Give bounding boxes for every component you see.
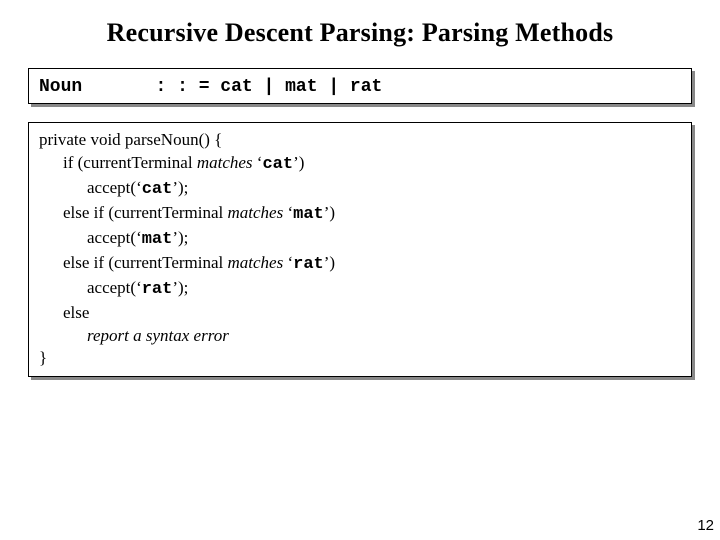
grammar-rhs: : : = cat | mat | rat: [156, 77, 383, 97]
code-elseif-mat: else if (currentTerminal matches ‘mat’): [39, 202, 681, 227]
code-accept-cat: accept(‘cat’);: [39, 177, 681, 202]
grammar-lhs: Noun: [39, 77, 151, 97]
slide: Recursive Descent Parsing: Parsing Metho…: [0, 0, 720, 540]
page-number: 12: [697, 517, 714, 534]
code-report-error: report a syntax error: [39, 325, 681, 348]
code-accept-rat: accept(‘rat’);: [39, 277, 681, 302]
code-signature: private void parseNoun() {: [39, 129, 681, 152]
code-close-brace: }: [39, 347, 681, 370]
code-box: private void parseNoun() { if (currentTe…: [28, 122, 692, 377]
code-if-cat: if (currentTerminal matches ‘cat’): [39, 152, 681, 177]
code-else: else: [39, 302, 681, 325]
code-elseif-rat: else if (currentTerminal matches ‘rat’): [39, 252, 681, 277]
slide-title: Recursive Descent Parsing: Parsing Metho…: [22, 18, 698, 48]
grammar-box: Noun : : = cat | mat | rat: [28, 68, 692, 104]
code-accept-mat: accept(‘mat’);: [39, 227, 681, 252]
